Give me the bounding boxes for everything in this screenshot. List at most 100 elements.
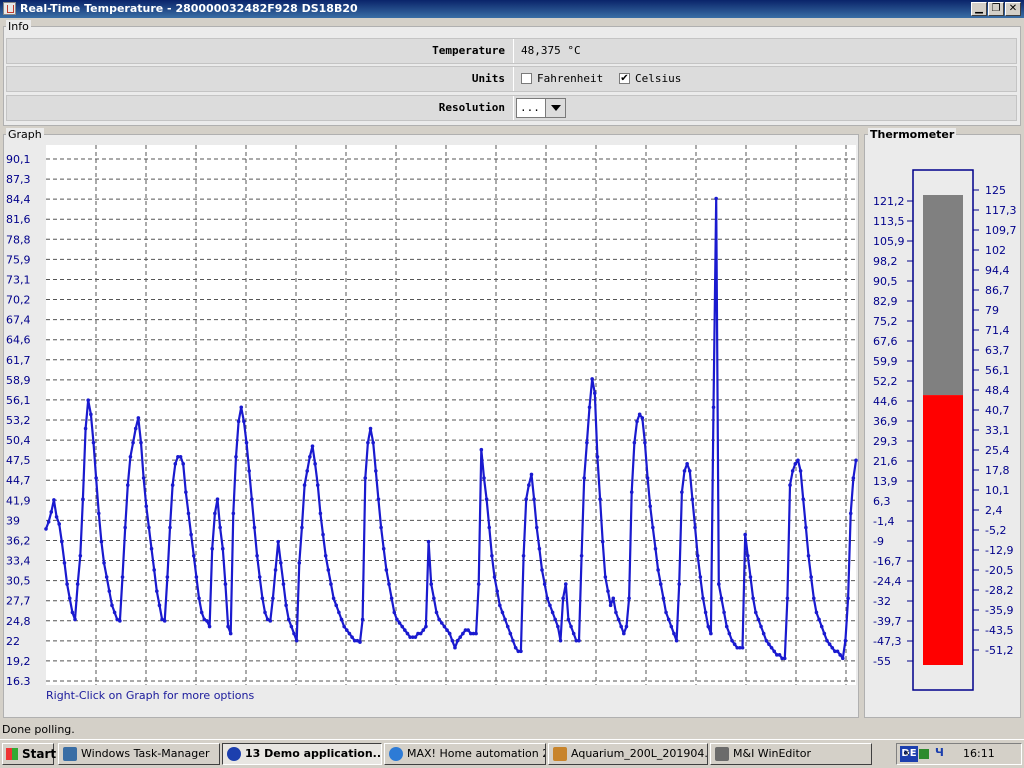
taskbar-item-task-manager[interactable]: Windows Task-Manager	[58, 743, 220, 765]
data-point	[218, 525, 222, 530]
thermometer-right-tick: 94,4	[985, 264, 1010, 277]
data-point	[437, 617, 441, 622]
y-tick-label: 61,7	[6, 354, 31, 367]
data-point	[706, 624, 711, 629]
data-point	[674, 638, 679, 643]
system-tray: « Ч 16:11	[896, 743, 1022, 765]
data-point	[587, 405, 592, 410]
data-point	[474, 631, 478, 636]
y-tick-label: 50,4	[6, 434, 31, 447]
data-point	[606, 589, 610, 593]
taskbar-item-max-home-automation[interactable]: MAX! Home automation 2.7	[384, 743, 546, 765]
data-point	[445, 628, 449, 632]
data-point	[777, 653, 782, 657]
status-text: Done polling.	[2, 723, 75, 736]
data-point	[711, 405, 716, 410]
data-point	[579, 554, 584, 558]
thermometer-right-tick: 86,7	[985, 284, 1010, 297]
data-point	[424, 624, 428, 629]
data-point	[492, 575, 497, 579]
plot-area	[46, 145, 856, 685]
data-point	[466, 628, 470, 632]
celsius-checkbox[interactable]: ✔	[619, 73, 630, 84]
window-title-bar[interactable]: Real-Time Temperature - 28000003248​2F92…	[0, 0, 1024, 18]
data-point	[89, 412, 93, 417]
tray-expand-icon[interactable]: «	[903, 746, 910, 759]
data-point	[748, 575, 753, 579]
info-panel-legend: Info	[6, 20, 31, 33]
data-point	[746, 554, 750, 558]
fahrenheit-checkbox[interactable]	[521, 73, 532, 84]
data-point	[308, 454, 312, 459]
data-point	[629, 490, 634, 494]
data-point	[730, 638, 734, 643]
resolution-label: Resolution	[438, 101, 505, 114]
data-point	[131, 440, 135, 445]
close-button[interactable]: ✕	[1005, 2, 1021, 16]
data-point	[418, 631, 423, 636]
data-point	[558, 638, 563, 643]
data-point	[305, 469, 310, 473]
data-point	[632, 440, 637, 445]
data-point	[500, 610, 505, 615]
data-point	[482, 476, 486, 480]
resolution-dropdown[interactable]: ...	[516, 98, 566, 118]
taskbar: Start Windows Task-Manager 13 Demo appli…	[0, 739, 1024, 768]
data-point	[347, 631, 352, 636]
data-point	[527, 483, 531, 487]
data-point	[215, 497, 220, 502]
maximize-button[interactable]: ❐	[988, 2, 1004, 16]
data-point	[461, 631, 465, 636]
chevron-down-icon[interactable]	[545, 99, 565, 117]
y-tick-label: 73,1	[6, 273, 31, 286]
data-point	[189, 532, 193, 537]
data-point	[841, 656, 845, 661]
minimize-button[interactable]: ▁	[971, 2, 987, 16]
celsius-label[interactable]: Celsius	[635, 67, 681, 91]
clock: 16:11	[963, 747, 995, 760]
data-point	[236, 419, 241, 424]
data-point	[442, 624, 447, 629]
data-point	[366, 440, 370, 445]
data-point	[70, 610, 75, 615]
y-tick-label: 44,7	[6, 474, 31, 487]
data-point	[112, 610, 117, 615]
data-point	[107, 589, 112, 593]
data-point	[724, 624, 729, 629]
data-point	[822, 631, 827, 636]
tray-app-icon[interactable]: Ч	[935, 746, 944, 759]
network-icon[interactable]	[919, 749, 929, 759]
data-point	[54, 515, 59, 519]
taskbar-item-aquarium[interactable]: Aquarium_200L_201904...	[548, 743, 708, 765]
resolution-row: Resolution ...	[6, 95, 1017, 121]
thermometer-right-tick: 79	[985, 304, 999, 317]
y-tick-label: 64,6	[6, 334, 31, 347]
data-point	[614, 610, 618, 615]
data-point	[727, 631, 732, 636]
data-point	[521, 554, 526, 558]
java-app-icon	[3, 2, 16, 15]
data-point	[49, 510, 54, 514]
data-point	[719, 596, 724, 601]
data-point	[590, 377, 594, 381]
data-point	[152, 568, 156, 572]
data-point	[685, 462, 689, 466]
temperature-graph[interactable]: 90,1 87,3 84,4 81,6 78,8 75,9 73,1 70,2 67,4 64,6…	[4, 145, 858, 685]
data-point	[624, 624, 629, 629]
data-point	[806, 554, 811, 558]
data-point	[228, 631, 233, 636]
taskbar-item-demo-application[interactable]: 13 Demo application...	[222, 743, 382, 765]
data-point	[91, 440, 96, 445]
graph-panel-legend: Graph	[6, 128, 44, 141]
data-point	[226, 624, 230, 629]
data-point	[687, 469, 692, 473]
data-point	[294, 638, 299, 643]
start-button[interactable]: Start	[2, 743, 56, 765]
data-point	[387, 582, 391, 586]
data-point	[524, 497, 528, 502]
data-point	[310, 444, 315, 448]
thermometer-mercury-column	[923, 395, 963, 665]
data-point	[358, 640, 362, 644]
fahrenheit-label[interactable]: Fahrenheit	[537, 67, 603, 91]
taskbar-item-winEditor[interactable]: M&I WinEditor	[710, 743, 872, 765]
